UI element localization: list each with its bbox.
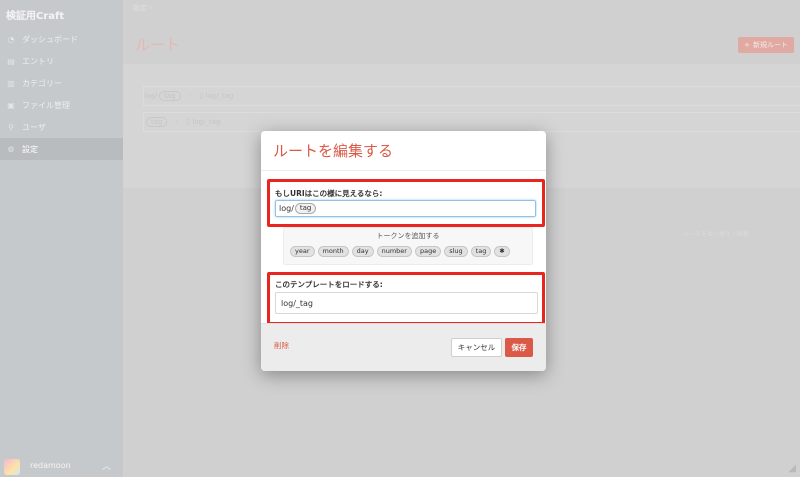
- sidebar-item-categories[interactable]: ▥ カテゴリー: [0, 72, 123, 94]
- chevron-right-icon: ›: [175, 118, 179, 126]
- breadcrumb[interactable]: 設定 ›: [133, 3, 152, 13]
- sidebar-item-label: カテゴリー: [22, 78, 62, 88]
- categories-icon: ▥: [7, 78, 15, 88]
- helper-text: ルートを並べ替え・編集: [683, 231, 750, 238]
- entries-icon: ▤: [7, 56, 15, 66]
- user-menu[interactable]: redamoon ︿: [0, 457, 123, 477]
- modal-title: ルートを編集する: [273, 142, 394, 160]
- sidebar-item-label: ファイル管理: [22, 100, 70, 110]
- token-day[interactable]: day: [351, 246, 374, 257]
- sidebar-item-settings[interactable]: ⚙ 設定: [0, 138, 123, 160]
- save-button[interactable]: 保存: [505, 338, 533, 357]
- token-month[interactable]: month: [317, 246, 349, 257]
- route-row[interactable]: log/ tag › ▯ log/_tag: [143, 86, 800, 106]
- token-number[interactable]: number: [376, 246, 412, 257]
- avatar: [4, 459, 20, 475]
- sidebar-item-dashboard[interactable]: ◔ ダッシュボード: [0, 28, 123, 50]
- token-tag[interactable]: tag: [470, 246, 492, 257]
- route-uri-prefix: log/: [144, 92, 158, 100]
- token-page[interactable]: page: [414, 246, 442, 257]
- users-icon: ⚲: [8, 122, 14, 132]
- username: redamoon: [30, 461, 71, 470]
- page-title: ルート: [135, 36, 181, 54]
- route-row[interactable]: tag › ▯ log/_tag: [143, 112, 800, 132]
- new-route-label: 新規ルート: [753, 41, 788, 49]
- sidebar-item-label: ダッシュボード: [22, 34, 78, 44]
- settings-gear-icon: ⚙: [7, 144, 15, 154]
- sidebar-item-label: 設定: [22, 144, 38, 154]
- route-uri-token: tag: [146, 117, 168, 127]
- token-wildcard[interactable]: ✱: [494, 246, 510, 257]
- site-name[interactable]: 検証用Craft: [6, 7, 64, 22]
- plus-icon: +: [744, 41, 750, 49]
- sidebar: 検証用Craft ◔ ダッシュボード ▤ エントリ ▥ カテゴリー ▣ ファイル…: [0, 0, 123, 477]
- chevron-up-icon: ︿: [101, 462, 111, 472]
- sidebar-item-label: エントリ: [22, 56, 54, 66]
- token-list: year month day number page slug tag ✱: [290, 246, 510, 257]
- resize-handle-icon: ◢: [788, 463, 796, 474]
- route-uri-token: tag: [159, 91, 181, 101]
- route-template: log/_tag: [205, 92, 234, 100]
- tokens-box: トークンを追加する year month day number page slu…: [283, 227, 533, 265]
- sidebar-item-label: ユーザ: [22, 122, 46, 132]
- sidebar-item-users[interactable]: ⚲ ユーザ: [0, 116, 123, 138]
- dashboard-icon: ◔: [7, 34, 15, 44]
- sidebar-nav: ◔ ダッシュボード ▤ エントリ ▥ カテゴリー ▣ ファイル管理 ⚲ ユーザ …: [0, 28, 123, 160]
- token-year[interactable]: year: [290, 246, 315, 257]
- cancel-button[interactable]: キャンセル: [451, 338, 502, 357]
- uri-highlight-box: [267, 179, 545, 227]
- assets-icon: ▣: [7, 100, 15, 110]
- new-route-button[interactable]: + 新規ルート: [738, 37, 794, 53]
- route-template: log/_tag: [192, 118, 221, 126]
- sidebar-item-entries[interactable]: ▤ エントリ: [0, 50, 123, 72]
- divider: [261, 170, 546, 171]
- tokens-label: トークンを追加する: [376, 232, 440, 240]
- modal-footer: 削除 キャンセル 保存: [261, 323, 546, 371]
- sidebar-item-assets[interactable]: ▣ ファイル管理: [0, 94, 123, 116]
- chevron-right-icon: ›: [188, 92, 192, 100]
- edit-route-modal: ルートを編集する もしURIはこの様に見えるなら: log/ tag トークンを…: [261, 131, 546, 371]
- token-slug[interactable]: slug: [444, 246, 468, 257]
- template-highlight-box: [267, 272, 545, 325]
- delete-link[interactable]: 削除: [274, 340, 289, 351]
